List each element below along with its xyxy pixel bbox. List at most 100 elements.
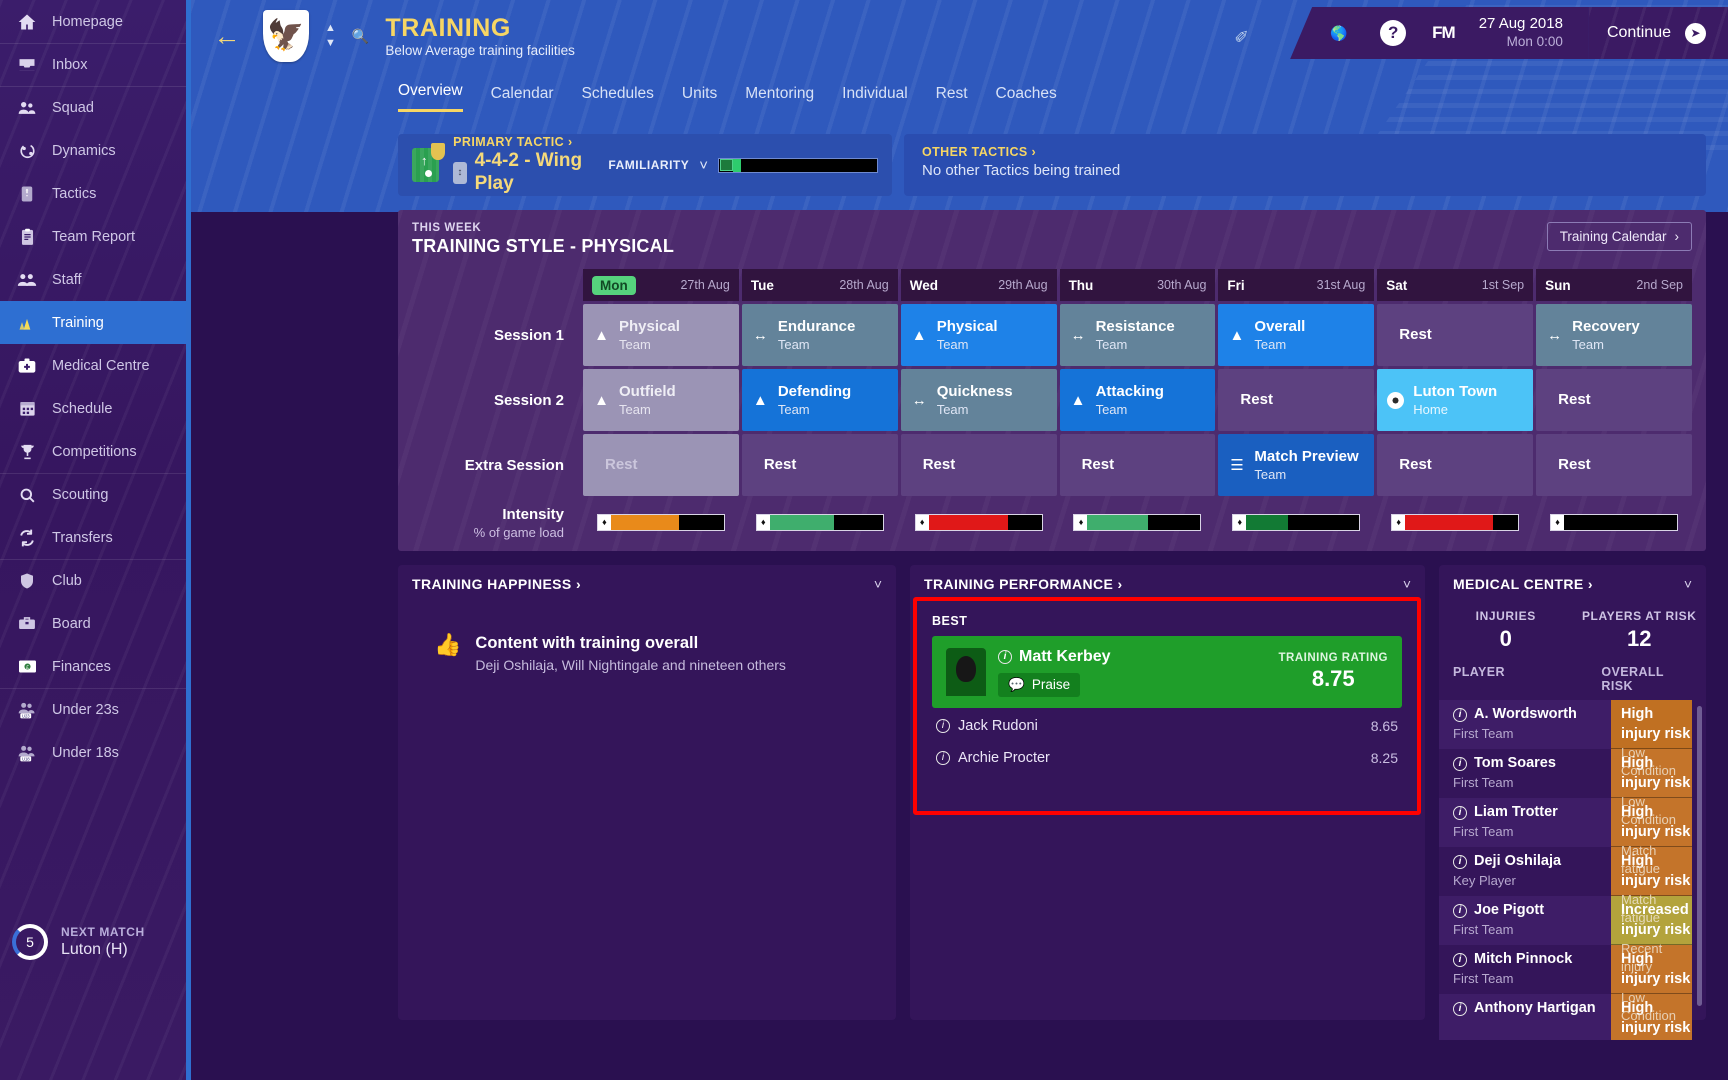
club-crest[interactable]: 🦅	[263, 10, 309, 62]
sidebar-item-under-18s[interactable]: U18 Under 18s	[0, 731, 186, 774]
sidebar-item-dynamics[interactable]: Dynamics	[0, 129, 186, 172]
performance-row[interactable]: i Archie Procter 8.25	[932, 743, 1402, 772]
back-arrow-icon[interactable]: ←	[205, 14, 249, 58]
tab-coaches[interactable]: Coaches	[996, 85, 1057, 112]
tab-rest[interactable]: Rest	[936, 85, 968, 112]
slider-handle[interactable]: ♦	[1392, 514, 1406, 530]
scrollbar[interactable]	[1697, 706, 1702, 1007]
slider-handle[interactable]: ♦	[597, 514, 611, 530]
session-cell[interactable]: ↔ Quickness Team	[900, 369, 1057, 431]
session-cell[interactable]: ▲ Attacking Team	[1059, 369, 1216, 431]
best-player-row[interactable]: i Matt Kerbey 💬 Praise TRAINING RATING 8…	[932, 636, 1402, 708]
session-cell[interactable]: Rest	[1377, 434, 1534, 496]
other-tactics-label: OTHER TACTICS ›	[922, 145, 1037, 159]
slider-handle[interactable]: ♦	[756, 514, 770, 530]
info-icon[interactable]: i	[1453, 707, 1467, 722]
tab-mentoring[interactable]: Mentoring	[745, 85, 814, 112]
collapse-chevron-icon[interactable]: ˅	[1403, 576, 1411, 592]
session-name: Rest	[1558, 456, 1591, 473]
session-cell[interactable]: ▲ Outfield Team	[583, 369, 739, 431]
info-icon[interactable]: i	[1453, 805, 1467, 820]
session-cell[interactable]: Rest	[741, 434, 898, 496]
intensity-slider[interactable]: ♦	[901, 506, 1057, 538]
sidebar-item-training[interactable]: Training	[0, 301, 186, 344]
team-switch-icon[interactable]: ▲ ▼	[325, 23, 336, 49]
sidebar-item-board[interactable]: Board	[0, 602, 186, 645]
collapse-chevron-icon[interactable]: ˅	[874, 576, 882, 592]
sidebar-item-schedule[interactable]: Schedule	[0, 387, 186, 430]
session-cell[interactable]: Rest	[583, 434, 739, 496]
help-icon[interactable]: ?	[1378, 18, 1408, 48]
session-cell[interactable]: Luton Town Home	[1377, 369, 1534, 431]
slider-handle[interactable]: ♦	[915, 514, 929, 530]
slider-handle[interactable]: ♦	[1233, 514, 1247, 530]
session-cell[interactable]: ▲ Defending Team	[741, 369, 898, 431]
intensity-slider[interactable]: ♦	[583, 506, 739, 538]
session-cell[interactable]: Rest	[900, 434, 1057, 496]
sidebar-item-under-23s[interactable]: U23 Under 23s	[0, 688, 186, 731]
slider-handle[interactable]: ♦	[1074, 514, 1088, 530]
chevron-down-icon[interactable]: ˅	[699, 157, 708, 174]
tab-individual[interactable]: Individual	[842, 85, 908, 112]
medical-centre-title[interactable]: MEDICAL CENTRE ›	[1453, 576, 1593, 592]
session-cell[interactable]: ↔ Resistance Team	[1059, 304, 1216, 366]
session-cell[interactable]: ☰ Match Preview Team	[1218, 434, 1375, 496]
training-happiness-title[interactable]: TRAINING HAPPINESS ›	[412, 576, 581, 592]
primary-tactic-card[interactable]: ↑ PRIMARY TACTIC › ↕ 4-4-2 - Wing Play F…	[398, 134, 892, 196]
sidebar-item-tactics[interactable]: Tactics	[0, 172, 186, 215]
tab-overview[interactable]: Overview	[398, 82, 463, 112]
info-icon[interactable]: i	[1453, 952, 1467, 967]
sidebar-item-club[interactable]: Club	[0, 559, 186, 602]
session-cell[interactable]: Rest	[1536, 369, 1692, 431]
session-cell[interactable]: Rest	[1536, 434, 1692, 496]
tab-calendar[interactable]: Calendar	[491, 85, 554, 112]
sidebar-item-staff[interactable]: Staff	[0, 258, 186, 301]
info-icon[interactable]: i	[1453, 756, 1467, 771]
sidebar-item-transfers[interactable]: Transfers	[0, 516, 186, 559]
praise-button[interactable]: 💬 Praise	[998, 672, 1081, 697]
info-icon[interactable]: i	[998, 649, 1012, 664]
sidebar-item-squad[interactable]: Squad	[0, 86, 186, 129]
session-cell[interactable]: ↔ Recovery Team	[1536, 304, 1692, 366]
other-tactics-card[interactable]: OTHER TACTICS › No other Tactics being t…	[904, 134, 1706, 196]
tab-schedules[interactable]: Schedules	[582, 85, 654, 112]
globe-icon[interactable]: 🌎	[1324, 18, 1354, 48]
sidebar-item-team-report[interactable]: Team Report	[0, 215, 186, 258]
session-cell[interactable]: Rest	[1218, 369, 1375, 431]
session-cell[interactable]: ▲ Physical Team	[583, 304, 739, 366]
info-icon[interactable]: i	[1453, 1001, 1467, 1016]
session-name: Endurance	[777, 317, 856, 335]
sidebar-item-homepage[interactable]: Homepage	[0, 0, 186, 43]
info-icon[interactable]: i	[1453, 903, 1467, 918]
training-performance-title[interactable]: TRAINING PERFORMANCE ›	[924, 576, 1123, 592]
training-calendar-button[interactable]: Training Calendar ›	[1546, 222, 1692, 251]
fm-logo[interactable]: FM	[1432, 23, 1456, 43]
info-icon[interactable]: i	[936, 718, 950, 733]
session-cell[interactable]: ↔ Endurance Team	[741, 304, 898, 366]
sidebar-item-medical-centre[interactable]: Medical Centre	[0, 344, 186, 387]
intensity-slider[interactable]: ♦	[742, 506, 898, 538]
performance-row[interactable]: i Jack Rudoni 8.65	[932, 711, 1402, 740]
slider-handle[interactable]: ♦	[1551, 514, 1565, 530]
sidebar-item-competitions[interactable]: Competitions	[0, 430, 186, 473]
tab-units[interactable]: Units	[682, 85, 717, 112]
next-match-widget[interactable]: 5 NEXT MATCH Luton (H)	[0, 924, 186, 960]
continue-button[interactable]: Continue ➤	[1588, 7, 1728, 59]
table-row[interactable]: i A. Wordsworth First Team High injury risk…	[1439, 700, 1706, 778]
sidebar-item-scouting[interactable]: Scouting	[0, 473, 186, 516]
session-cell[interactable]: Rest	[1377, 304, 1534, 366]
info-icon[interactable]: i	[936, 750, 950, 765]
info-icon[interactable]: i	[1453, 854, 1467, 869]
intensity-slider[interactable]: ♦	[1060, 506, 1216, 538]
session-cell[interactable]: Rest	[1059, 434, 1216, 496]
sidebar-item-inbox[interactable]: Inbox	[0, 43, 186, 86]
search-icon[interactable]: 🔍	[352, 28, 369, 45]
intensity-slider[interactable]: ♦	[1377, 506, 1533, 538]
session-cell[interactable]: ▲ Physical Team	[900, 304, 1057, 366]
intensity-slider[interactable]: ♦	[1218, 506, 1374, 538]
collapse-chevron-icon[interactable]: ˅	[1684, 576, 1692, 592]
edit-pencil-icon[interactable]: ✏	[1230, 23, 1256, 49]
sidebar-item-finances[interactable]: £ Finances	[0, 645, 186, 688]
session-cell[interactable]: ▲ Overall Team	[1218, 304, 1375, 366]
intensity-slider[interactable]: ♦	[1536, 506, 1692, 538]
